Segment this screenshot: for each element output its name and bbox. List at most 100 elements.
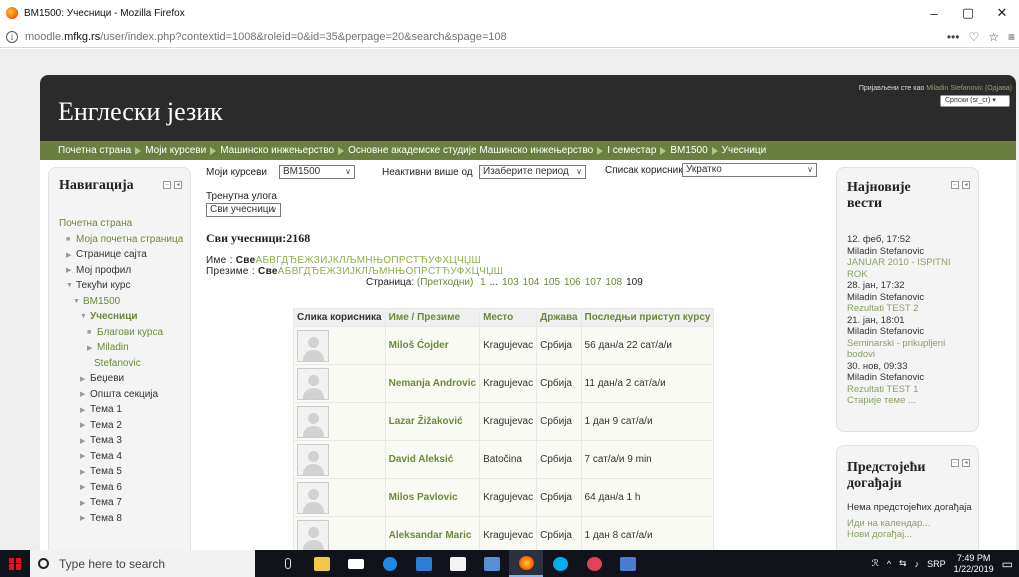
header-city[interactable]: Место (479, 308, 538, 327)
page-link[interactable]: 1 (480, 277, 486, 288)
breadcrumb-item[interactable]: Учесници (722, 145, 767, 156)
info-icon[interactable]: i (6, 30, 18, 43)
breadcrumb-item[interactable]: BM1500 (670, 145, 707, 156)
breadcrumb-item[interactable]: I семестар (607, 145, 656, 156)
breadcrumb-item[interactable]: Почетна страна (58, 145, 131, 156)
site-title[interactable]: Енглески језик (58, 97, 223, 127)
nav-item[interactable]: ■ Моја почетна страница (59, 232, 183, 248)
page-actions-icon[interactable]: ••• (947, 30, 960, 44)
mail-app-icon[interactable] (577, 550, 611, 577)
page-link[interactable]: 107 (585, 277, 602, 288)
older-topics-link[interactable]: Старије теме ... (847, 395, 972, 407)
user-name-link[interactable]: Milos Pavlovic (384, 478, 481, 517)
collapse-icon[interactable]: – (951, 459, 959, 467)
network-icon[interactable]: ⇆ (899, 558, 907, 569)
collapse-icon[interactable]: – (951, 181, 959, 189)
page-link[interactable]: 106 (564, 277, 581, 288)
dock-icon[interactable]: ◂ (174, 181, 182, 189)
taskbar-search[interactable]: Type here to search (30, 550, 255, 577)
nav-item[interactable]: ▶ Miladin (59, 340, 183, 356)
header-last-access[interactable]: Последњи приступ курсу (580, 308, 715, 327)
first-name-all[interactable]: Све (236, 255, 256, 266)
avatar[interactable] (297, 329, 329, 362)
media-icon[interactable] (407, 550, 441, 577)
notifications-icon[interactable]: ▭ (1002, 557, 1013, 571)
volume-icon[interactable]: ♪ (915, 559, 920, 569)
nav-item[interactable]: ▶ Тема 5 (59, 464, 183, 480)
news-link[interactable]: Seminarski - prikupljeni bodovi (847, 338, 972, 361)
people-icon[interactable]: ℛ (872, 558, 879, 569)
logout-link[interactable]: (Одјава) (985, 85, 1012, 92)
mail-icon[interactable] (339, 550, 373, 577)
nav-item[interactable]: ▶ Беџеви (59, 371, 183, 387)
user-name-link[interactable]: Nemanja Androvic (384, 364, 481, 403)
calendar-link[interactable]: Иди на календар... (847, 518, 972, 530)
prev-page-link[interactable]: (Претходни) (417, 277, 473, 288)
user-list-select[interactable]: Укратко ∨ (682, 163, 817, 177)
role-select[interactable]: Сви учесници ∨ (206, 203, 281, 217)
nav-item[interactable]: ▶ Тема 2 (59, 418, 183, 434)
language-select[interactable]: Српски (sr_cr) ▾ (940, 95, 1010, 107)
breadcrumb-item[interactable]: Моји курсеви (145, 145, 206, 156)
app-icon[interactable] (475, 550, 509, 577)
nav-item[interactable]: ▼ BM1500 (59, 294, 183, 310)
first-name-letters[interactable]: АБВГДЂЕЖЗИЈКЛЉМНЊОПРСТЋУФХЦЧЏШ (255, 255, 480, 266)
nav-item[interactable]: ▼ Текући курс (59, 278, 183, 294)
clock[interactable]: 7:49 PM 1/22/2019 (954, 553, 994, 575)
close-button[interactable]: ✕ (985, 0, 1019, 26)
dock-icon[interactable]: ◂ (962, 459, 970, 467)
breadcrumb-item[interactable]: Машинско инжењерство (220, 145, 334, 156)
avatar[interactable] (297, 443, 329, 476)
tray-chevron-icon[interactable]: ^ (887, 559, 891, 569)
store-icon[interactable] (441, 550, 475, 577)
my-courses-select[interactable]: BM1500 ∨ (279, 165, 355, 179)
start-button[interactable] (0, 550, 30, 577)
user-name-link[interactable]: Miloš Ćojder (384, 326, 481, 365)
new-event-link[interactable]: Нови догађај... (847, 529, 972, 541)
menu-icon[interactable]: ≡ (1008, 30, 1015, 44)
page-link[interactable]: 103 (502, 277, 519, 288)
minimize-button[interactable]: – (917, 0, 951, 26)
user-name-link[interactable]: Lazar Žižaković (384, 402, 481, 441)
header-name[interactable]: Име / Презиме (384, 308, 481, 327)
nav-item[interactable]: Stefanovic (59, 356, 183, 372)
page-link[interactable]: 108 (605, 277, 622, 288)
news-link[interactable]: JANUAR 2010 - ISPITNI ROK (847, 257, 972, 280)
news-link[interactable]: Rezultati TEST 1 (847, 384, 972, 396)
user-name-link[interactable]: Aleksandar Maric (384, 516, 481, 550)
nav-item[interactable]: ▼ Учесници (59, 309, 183, 325)
firefox-taskbar-icon[interactable] (509, 550, 543, 577)
nav-item[interactable]: ▶ Мој профил (59, 263, 183, 279)
bookmark-star-icon[interactable]: ☆ (988, 30, 999, 44)
user-link[interactable]: Miladin Stefanovic (926, 85, 983, 92)
nav-item[interactable]: ■ Благови курса (59, 325, 183, 341)
user-name-link[interactable]: David Aleksić (384, 440, 481, 479)
avatar[interactable] (297, 481, 329, 514)
page-link[interactable]: 105 (543, 277, 560, 288)
avatar[interactable] (297, 405, 329, 438)
last-name-letters[interactable]: АБВГДЂЕЖЗИЈКЛЉМНЊОПРСТЋУФХЦЧЏШ (278, 266, 503, 277)
avatar[interactable] (297, 519, 329, 550)
nav-item[interactable]: Почетна страна (59, 216, 183, 232)
notepad-icon[interactable] (611, 550, 645, 577)
nav-item[interactable]: ▶ Тема 4 (59, 449, 183, 465)
dock-icon[interactable]: ◂ (962, 181, 970, 189)
microphone-icon[interactable] (271, 550, 305, 577)
nav-item[interactable]: ▶ Тема 7 (59, 495, 183, 511)
page-link[interactable]: 104 (523, 277, 540, 288)
pocket-icon[interactable]: ♡ (968, 30, 979, 44)
url-field[interactable]: moodle.mfkg.rs/user/index.php?contextid=… (25, 31, 507, 43)
maximize-button[interactable]: ▢ (951, 0, 985, 26)
avatar[interactable] (297, 367, 329, 400)
last-name-all[interactable]: Све (258, 266, 278, 277)
edge-icon[interactable] (373, 550, 407, 577)
nav-item[interactable]: ▶ Странице сајта (59, 247, 183, 263)
skype-icon[interactable] (543, 550, 577, 577)
nav-item[interactable]: ▶ Тема 3 (59, 433, 183, 449)
nav-item[interactable]: ▶ Тема 8 (59, 511, 183, 527)
breadcrumb-item[interactable]: Основне академске студије Машинско инжењ… (348, 145, 593, 156)
header-country[interactable]: Држава (536, 308, 582, 327)
nav-item[interactable]: ▶ Тема 6 (59, 480, 183, 496)
news-link[interactable]: Rezultati TEST 2 (847, 303, 972, 315)
inactive-period-select[interactable]: Изаберите период ∨ (479, 165, 586, 179)
